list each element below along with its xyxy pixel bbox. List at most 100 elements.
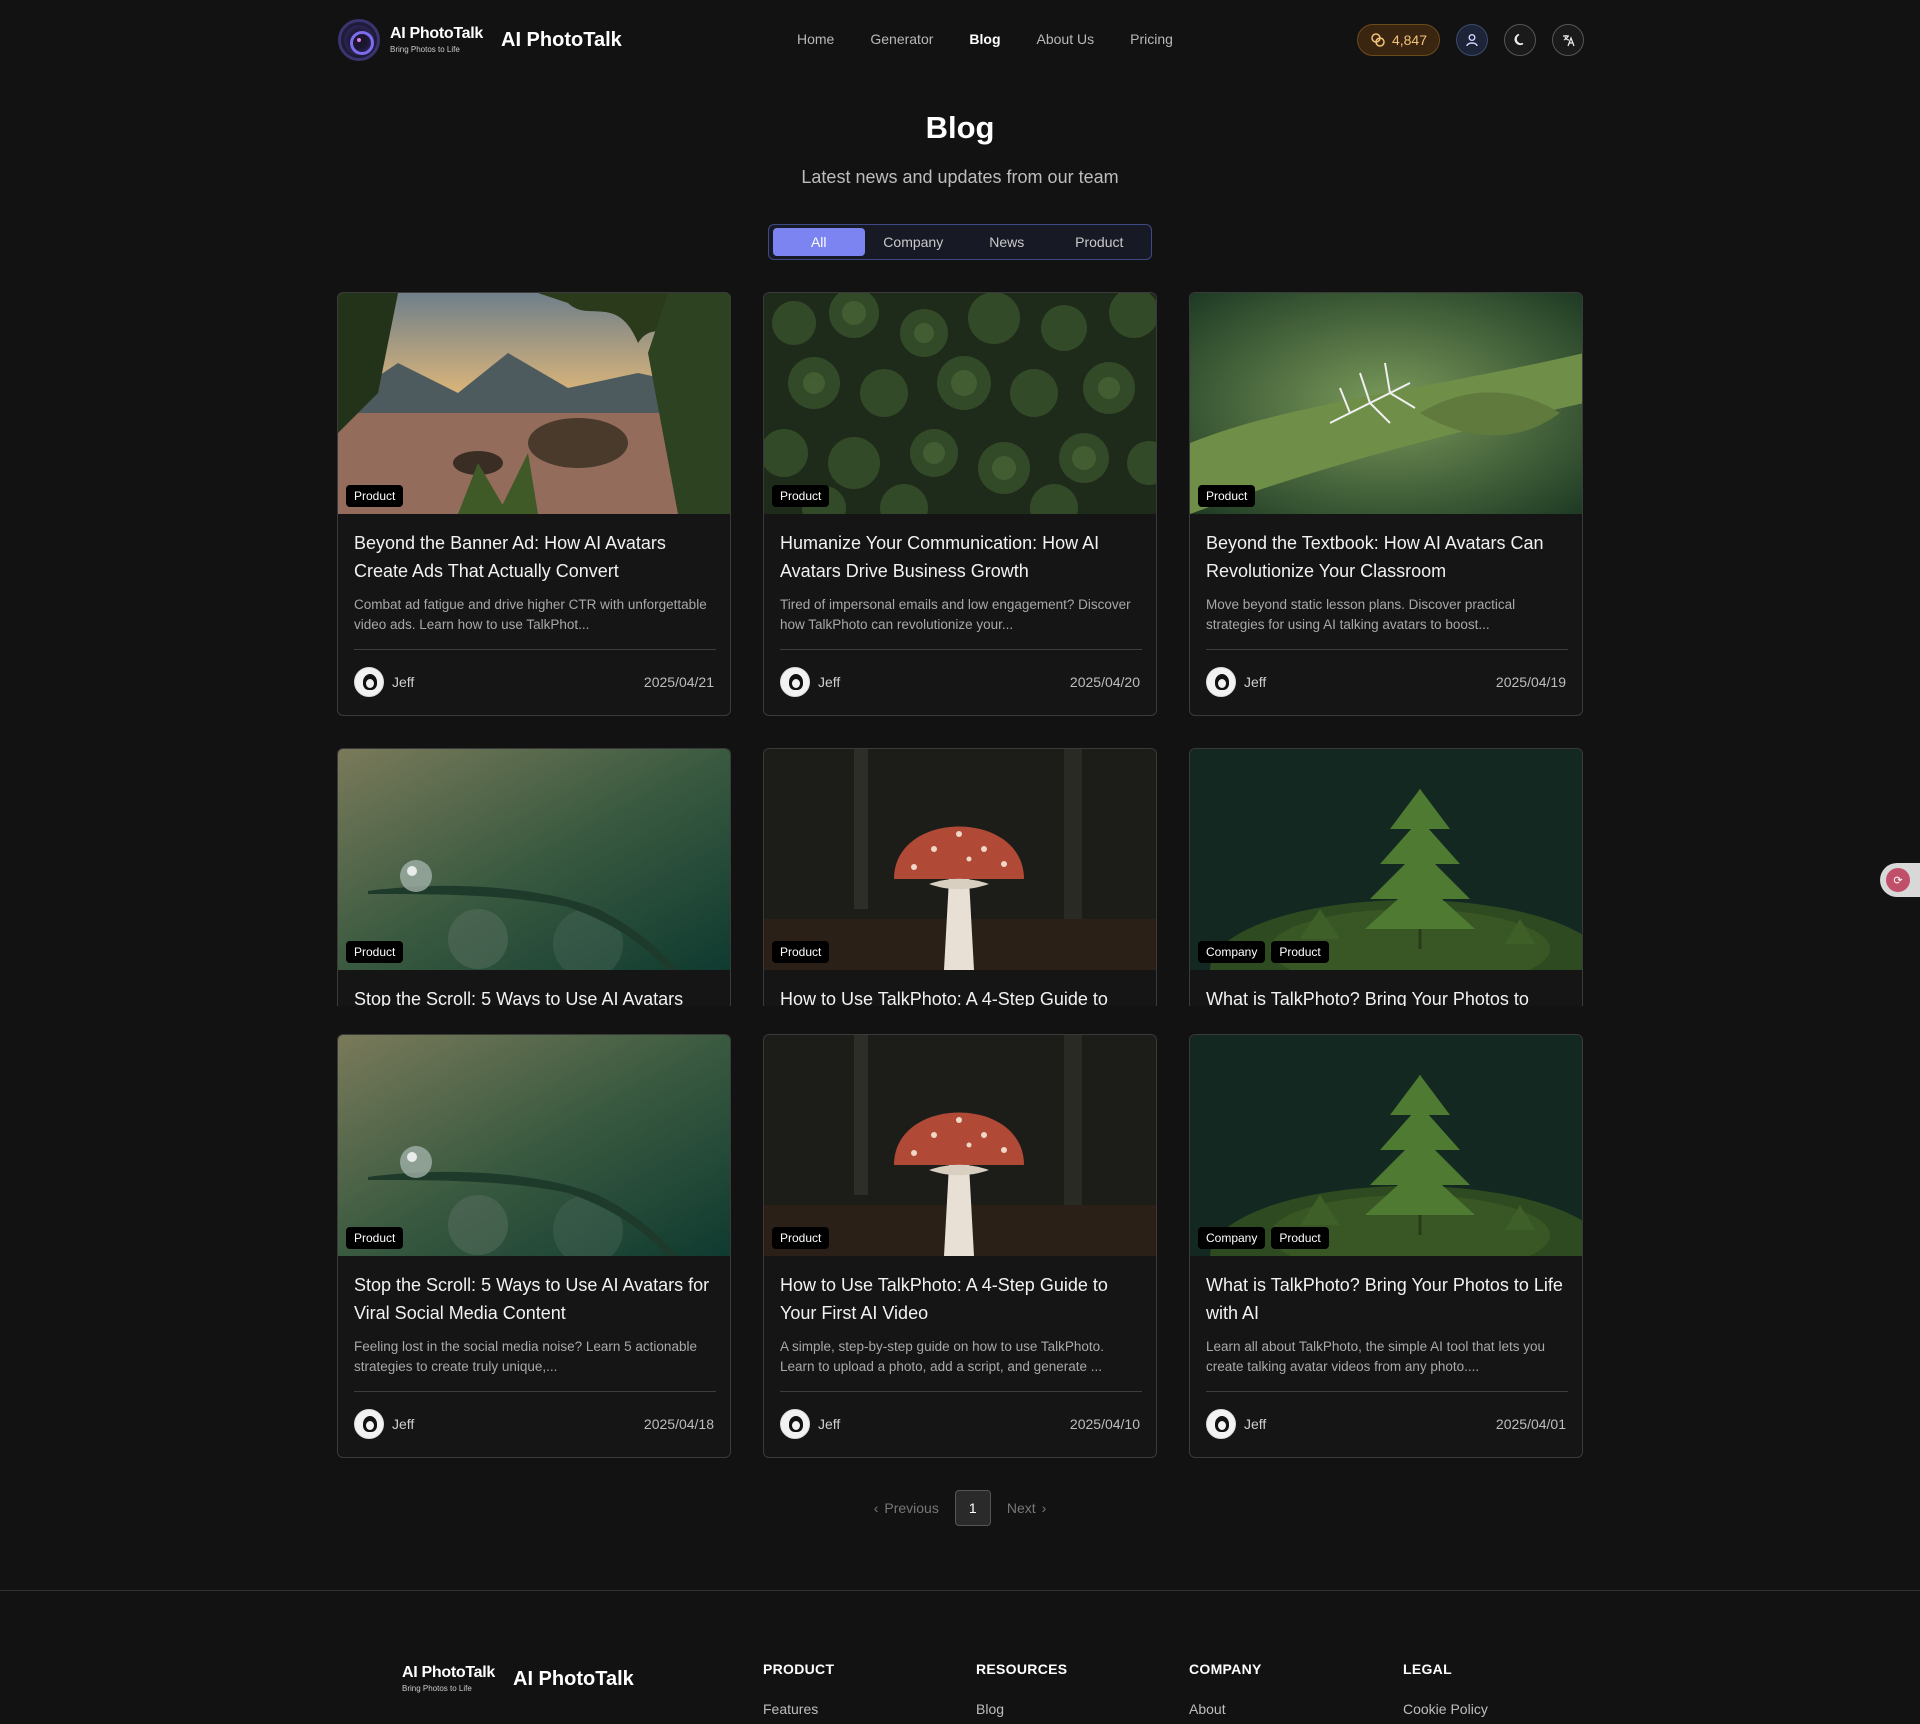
wordmark-text: AI PhotoTalk [402, 1664, 495, 1681]
category-filter-tabs: All Company News Product [768, 224, 1152, 260]
nav-generator[interactable]: Generator [870, 31, 933, 47]
tag-product[interactable]: Product [772, 941, 830, 963]
card-date: 2025/04/10 [1069, 1416, 1140, 1432]
brand-logo-link[interactable]: AI PhotoTalk Bring Photos to Life AI Pho… [338, 19, 622, 61]
card-author: Jeff [1206, 1409, 1266, 1439]
card-author: Jeff [780, 667, 840, 697]
blog-card[interactable]: Product How to Use TalkPhoto: A 4-Step G… [763, 1034, 1157, 1458]
card-date: 2025/04/18 [643, 1416, 714, 1432]
card-image-dew-drop [338, 749, 730, 970]
card-divider [354, 649, 716, 650]
card-excerpt: Learn all about TalkPhoto, the simple AI… [1206, 1339, 1545, 1374]
card-author: Jeff [354, 667, 414, 697]
nav-about-us[interactable]: About Us [1037, 31, 1095, 47]
card-title[interactable]: How to Use TalkPhoto: A 4-Step Guide to … [780, 1271, 1142, 1327]
main-nav: Home Generator Blog About Us Pricing [797, 31, 1173, 47]
blog-card[interactable]: Company Product What is TalkPhoto? Bring… [1189, 748, 1583, 1006]
blog-card[interactable]: Product Stop the Scroll: 5 Ways to Use A… [337, 748, 731, 1006]
blog-card[interactable]: Product Humanize Your Communication: How… [763, 292, 1157, 716]
floating-translate-widget[interactable]: ⟳ [1880, 863, 1920, 897]
credits-badge[interactable]: 4,847 [1356, 24, 1440, 56]
footer-link-features[interactable]: Features [763, 1701, 834, 1717]
footer-heading: LEGAL [1403, 1661, 1452, 1677]
card-title[interactable]: What is TalkPhoto? Bring Your Photos to [1206, 985, 1568, 1006]
blog-card[interactable]: Product How to Use TalkPhoto: A 4-Step G… [763, 748, 1157, 1006]
card-title[interactable]: Beyond the Banner Ad: How AI Avatars Cre… [354, 529, 716, 585]
next-page-button[interactable]: Next › [1007, 1500, 1046, 1516]
previous-page-button[interactable]: ‹ Previous [874, 1500, 939, 1516]
nav-pricing[interactable]: Pricing [1130, 31, 1173, 47]
card-divider [780, 649, 1142, 650]
wordmark-tagline: Bring Photos to Life [402, 1684, 472, 1693]
tag-product[interactable]: Product [1271, 941, 1329, 963]
card-title[interactable]: Stop the Scroll: 5 Ways to Use AI Avatar… [354, 985, 716, 1006]
card-date: 2025/04/01 [1495, 1416, 1566, 1432]
card-date: 2025/04/20 [1069, 674, 1140, 690]
card-image-moss-sapling [1190, 1035, 1582, 1256]
footer-heading: PRODUCT [763, 1661, 835, 1677]
filter-tab-company[interactable]: Company [865, 228, 962, 256]
moon-icon [1514, 33, 1524, 46]
card-tags: Product [772, 485, 830, 507]
card-date: 2025/04/21 [643, 674, 714, 690]
card-tags: Product [772, 1227, 830, 1249]
card-divider [780, 1391, 1142, 1392]
author-name: Jeff [392, 1416, 415, 1432]
footer-link-about[interactable]: About [1189, 1701, 1262, 1717]
author-name: Jeff [1244, 674, 1267, 690]
tag-product[interactable]: Product [346, 941, 404, 963]
page-number-button[interactable]: 1 [954, 1490, 991, 1526]
tag-product[interactable]: Product [346, 1227, 404, 1249]
card-excerpt: Tired of impersonal emails and low engag… [780, 597, 1131, 632]
blog-card[interactable]: Product Stop the Scroll: 5 Ways to Use A… [337, 1034, 731, 1458]
card-title[interactable]: Humanize Your Communication: How AI Avat… [780, 529, 1142, 585]
footer-heading: RESOURCES [976, 1661, 1068, 1677]
footer-logo-wordmark: AI PhotoTalk Bring Photos to Life [402, 1665, 495, 1693]
logo-wordmark: AI PhotoTalk Bring Photos to Life [390, 26, 483, 54]
theme-toggle-button[interactable] [1504, 24, 1536, 56]
card-title[interactable]: What is TalkPhoto? Bring Your Photos to … [1206, 1271, 1568, 1327]
card-tags: Product [346, 1227, 404, 1249]
wordmark-tagline: Bring Photos to Life [390, 45, 460, 54]
author-avatar [354, 1409, 384, 1439]
filter-tab-all[interactable]: All [773, 228, 865, 256]
card-tags: Product [772, 941, 830, 963]
blog-card[interactable]: Company Product What is TalkPhoto? Bring… [1189, 1034, 1583, 1458]
card-title[interactable]: How to Use TalkPhoto: A 4-Step Guide to [780, 985, 1142, 1006]
footer-heading: COMPANY [1189, 1661, 1262, 1677]
language-button[interactable] [1552, 24, 1584, 56]
card-title[interactable]: Stop the Scroll: 5 Ways to Use AI Avatar… [354, 1271, 716, 1327]
tag-company[interactable]: Company [1198, 941, 1266, 963]
header-actions: 4,847 [1356, 24, 1584, 56]
card-tags: Company Product [1198, 941, 1329, 963]
user-account-button[interactable] [1456, 24, 1488, 56]
tag-product[interactable]: Product [772, 1227, 830, 1249]
tag-product[interactable]: Product [1271, 1227, 1329, 1249]
tag-product[interactable]: Product [772, 485, 830, 507]
translate-widget-icon: ⟳ [1886, 868, 1910, 892]
card-divider [1206, 1391, 1568, 1392]
footer-column-company: COMPANY About [1189, 1661, 1262, 1717]
tag-company[interactable]: Company [1198, 1227, 1266, 1249]
card-image-red-mushroom [764, 749, 1156, 970]
footer-column-resources: RESOURCES Blog [976, 1661, 1067, 1717]
footer-link-cookie-policy[interactable]: Cookie Policy [1403, 1701, 1488, 1717]
tag-product[interactable]: Product [1198, 485, 1256, 507]
tag-product[interactable]: Product [346, 485, 404, 507]
blog-card[interactable]: Product Beyond the Banner Ad: How AI Ava… [337, 292, 731, 716]
user-icon [1466, 34, 1478, 47]
card-excerpt: Combat ad fatigue and drive higher CTR w… [354, 597, 707, 632]
author-avatar [354, 667, 384, 697]
blog-card[interactable]: Product Beyond the Textbook: How AI Avat… [1189, 292, 1583, 716]
footer-link-blog[interactable]: Blog [976, 1701, 1067, 1717]
card-author: Jeff [354, 1409, 414, 1439]
footer-brand[interactable]: AI PhotoTalk Bring Photos to Life AI Pho… [392, 1665, 634, 1693]
card-image-aerial-forest [764, 293, 1156, 514]
nav-home[interactable]: Home [797, 31, 834, 47]
filter-tab-news[interactable]: News [962, 228, 1052, 256]
card-title[interactable]: Beyond the Textbook: How AI Avatars Can … [1206, 529, 1568, 585]
card-date: 2025/04/19 [1495, 674, 1566, 690]
filter-tab-product[interactable]: Product [1052, 228, 1147, 256]
nav-blog[interactable]: Blog [969, 31, 1000, 47]
card-image-lake-forest [338, 293, 730, 514]
